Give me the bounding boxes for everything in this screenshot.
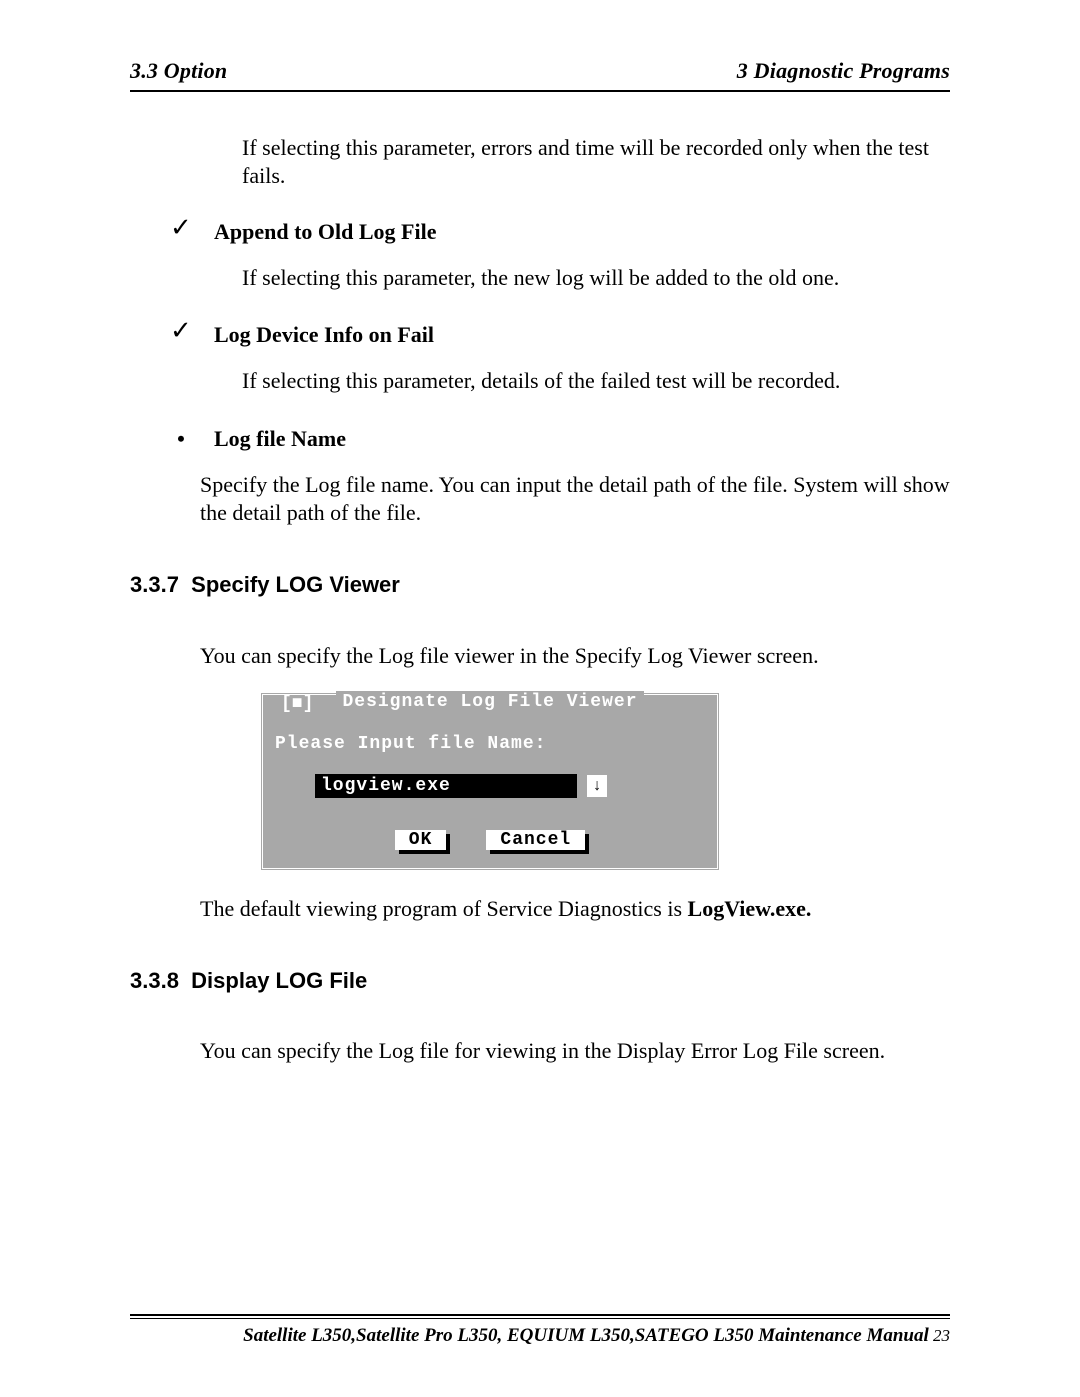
heading-number: 3.3.8 <box>130 968 179 993</box>
dialog-frame: [■] Designate Log File Viewer Please Inp… <box>260 692 720 871</box>
check-title: Log Device Info on Fail <box>214 321 434 349</box>
footer-manual-title: Satellite L350,Satellite Pro L350, EQUIU… <box>243 1325 929 1346</box>
intro-paragraph: If selecting this parameter, errors and … <box>242 134 950 190</box>
ok-button[interactable]: OK <box>395 830 447 850</box>
heading-number: 3.3.7 <box>130 572 179 597</box>
header-right: 3 Diagnostic Programs <box>737 58 950 84</box>
section337-after: The default viewing program of Service D… <box>200 895 950 923</box>
after-prefix: The default viewing program of Service D… <box>200 896 688 921</box>
dropdown-arrow-icon[interactable]: ↓ <box>587 775 607 797</box>
bullet-title: Log file Name <box>214 425 346 453</box>
footer-text: Satellite L350,Satellite Pro L350, EQUIU… <box>130 1325 950 1347</box>
dialog-buttons: OK Cancel <box>275 830 705 850</box>
running-header: 3.3 Option 3 Diagnostic Programs <box>130 58 950 84</box>
page-footer: Satellite L350,Satellite Pro L350, EQUIU… <box>130 1308 950 1347</box>
dialog-designate-log-viewer: [■] Designate Log File Viewer Please Inp… <box>260 692 720 871</box>
bullet-desc-logfilename: Specify the Log file name. You can input… <box>200 471 950 527</box>
check-icon: ✓ <box>170 218 192 246</box>
section338-lead: You can specify the Log file for viewing… <box>200 1037 950 1065</box>
check-desc-append: If selecting this parameter, the new log… <box>242 264 950 292</box>
cancel-button[interactable]: Cancel <box>486 830 585 850</box>
check-item-append: ✓ Append to Old Log File <box>170 218 950 246</box>
check-title: Append to Old Log File <box>214 218 436 246</box>
body: If selecting this parameter, errors and … <box>130 134 950 1065</box>
footer-page-number: 23 <box>929 1326 950 1345</box>
after-bold: LogView.exe. <box>688 896 812 921</box>
header-left: 3.3 Option <box>130 58 227 84</box>
footer-rule-2 <box>130 1318 950 1319</box>
header-rule <box>130 90 950 92</box>
footer-rule-1 <box>130 1314 950 1316</box>
heading-338: 3.3.8 Display LOG File <box>130 967 950 995</box>
check-item-deviceinfo: ✓ Log Device Info on Fail <box>170 321 950 349</box>
check-desc-deviceinfo: If selecting this parameter, details of … <box>242 367 950 395</box>
filename-input[interactable] <box>315 774 577 798</box>
dialog-input-label: Please Input file Name: <box>275 733 705 756</box>
dialog-input-row: ↓ <box>315 774 705 798</box>
heading-337: 3.3.7 Specify LOG Viewer <box>130 571 950 599</box>
heading-title: Specify LOG Viewer <box>191 572 400 597</box>
dialog-title: Designate Log File Viewer <box>336 691 643 714</box>
bullet-item-logfilename: • Log file Name <box>170 425 950 453</box>
heading-title: Display LOG File <box>191 968 367 993</box>
section337-lead: You can specify the Log file viewer in t… <box>200 642 950 670</box>
bullet-icon: • <box>170 425 192 453</box>
check-icon: ✓ <box>170 321 192 349</box>
dialog-title-row: Designate Log File Viewer <box>263 691 717 714</box>
page: 3.3 Option 3 Diagnostic Programs If sele… <box>0 0 1080 1397</box>
